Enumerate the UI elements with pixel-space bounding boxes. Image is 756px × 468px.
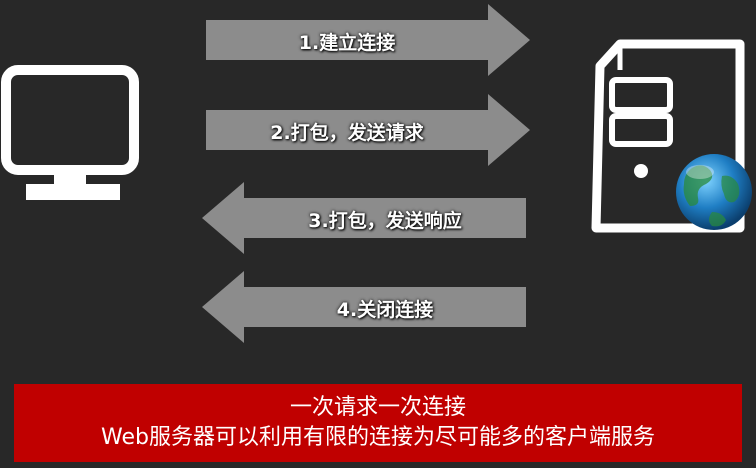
arrow-label-request: 2.打包，发送请求 <box>270 122 424 144</box>
arrow-label-response: 3.打包，发送响应 <box>308 210 462 232</box>
globe-icon <box>676 154 752 230</box>
summary-banner: 一次请求一次连接 Web服务器可以利用有限的连接为尽可能多的客户端服务 <box>14 384 742 462</box>
diagram: 1.建立连接 2.打包，发送请求 3.打包，发送响应 4.关闭连接 一次请求一次… <box>0 0 756 464</box>
banner-line-2: Web服务器可以利用有限的连接为尽可能多的客户端服务 <box>101 425 655 450</box>
monitor-icon <box>1 65 139 200</box>
arrow-label-close: 4.关闭连接 <box>336 299 434 321</box>
banner-line-1: 一次请求一次连接 <box>289 395 466 420</box>
arrow-label-connect: 1.建立连接 <box>298 32 396 54</box>
